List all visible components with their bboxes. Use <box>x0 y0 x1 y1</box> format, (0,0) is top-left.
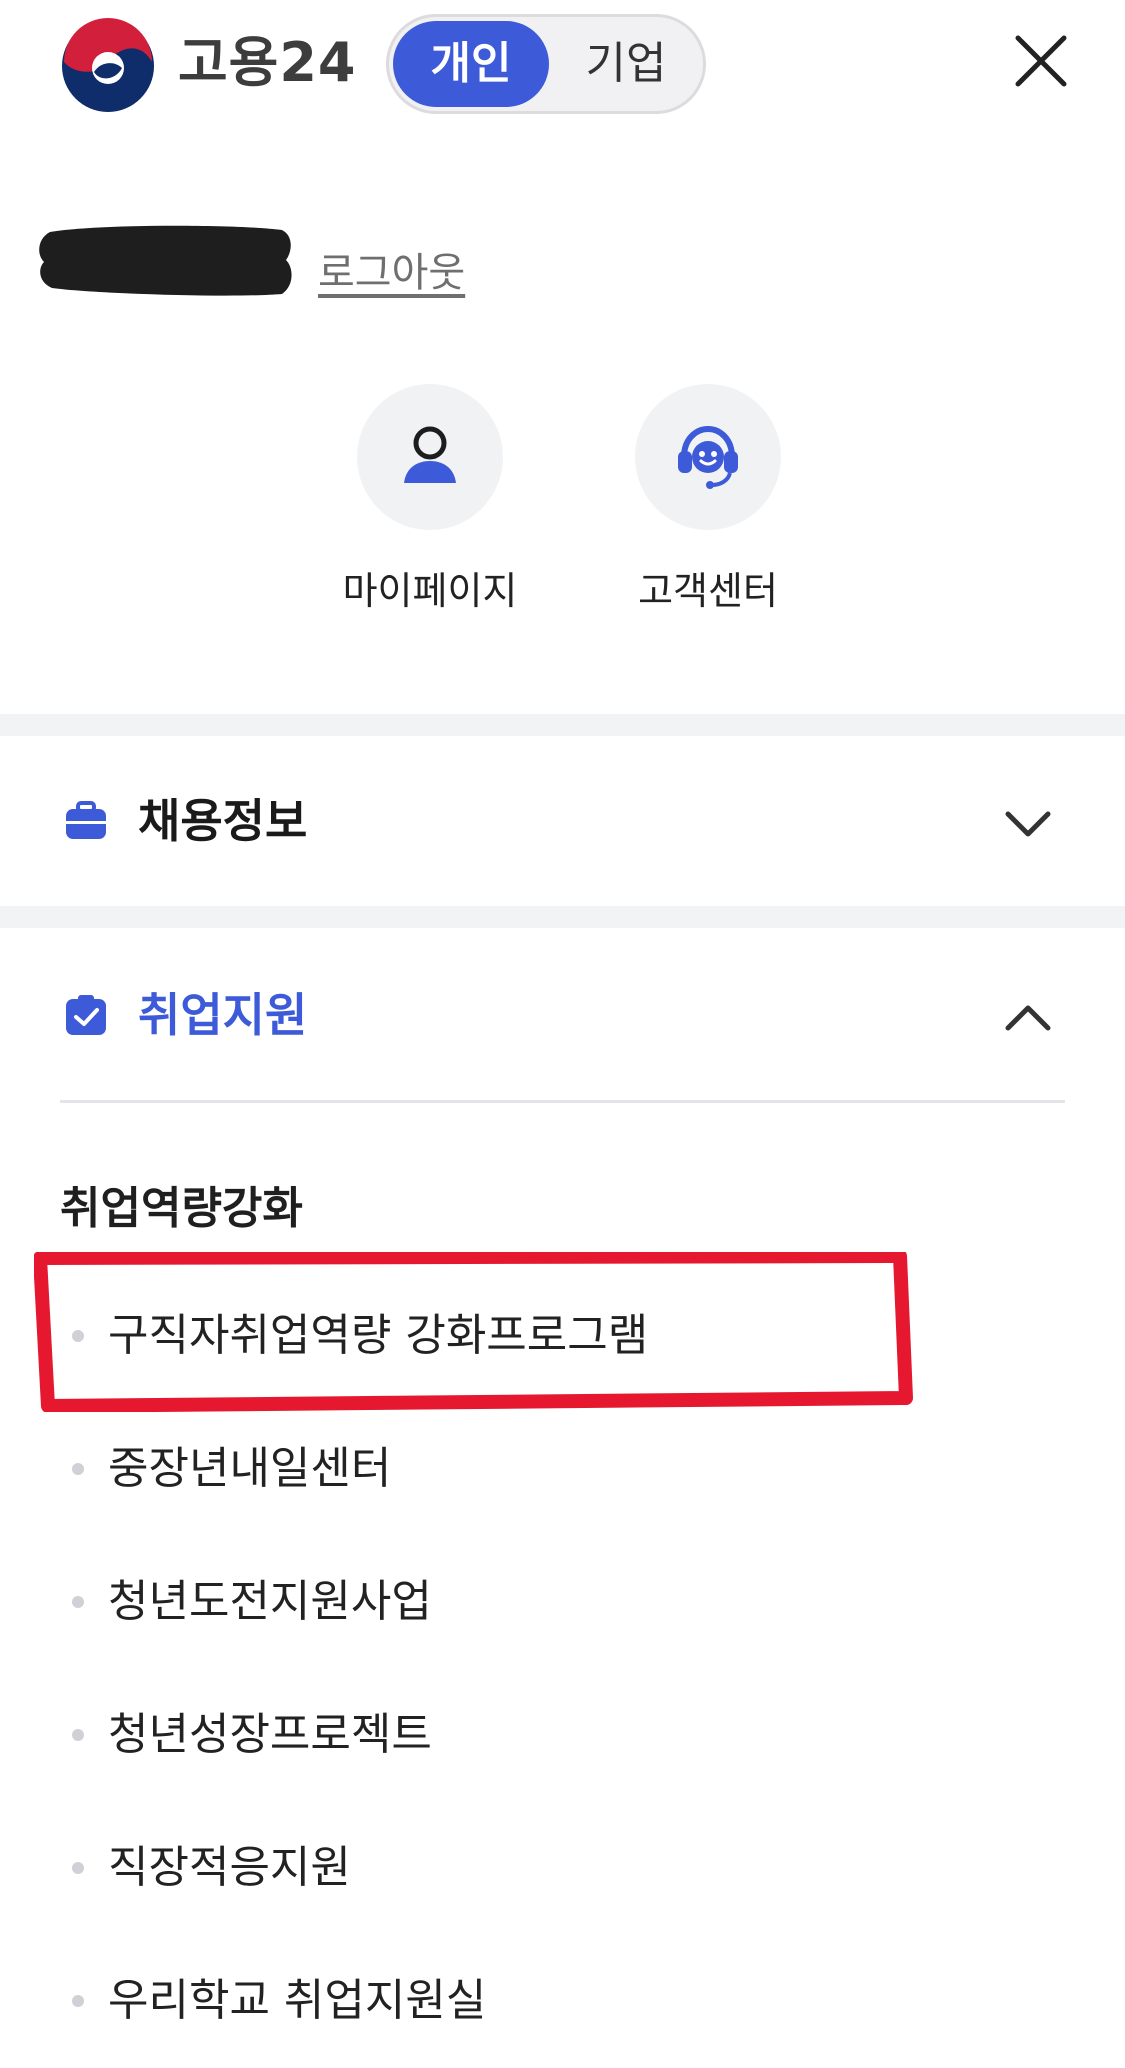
user-row: 로그아웃 <box>0 210 1125 310</box>
government-logo-icon <box>62 18 154 112</box>
close-icon[interactable] <box>1010 30 1072 92</box>
section-employment-support[interactable]: 취업지원 <box>0 930 1125 1100</box>
briefcase-icon <box>66 801 106 839</box>
customer-center-shortcut[interactable]: 고객센터 <box>598 384 818 644</box>
section-divider <box>0 714 1125 736</box>
bullet-dot <box>72 1729 84 1741</box>
submenu-item-label: 중장년내일센터 <box>108 1443 392 1494</box>
user-type-toggle[interactable]: 개인 기업 <box>386 14 706 114</box>
app-header: 고용24 개인 기업 <box>0 0 1125 130</box>
section-employment-support-title: 취업지원 <box>138 988 308 1042</box>
section-divider <box>0 906 1125 928</box>
submenu-divider <box>60 1100 1065 1103</box>
section-job-info[interactable]: 채용정보 <box>0 736 1125 906</box>
headset-icon <box>678 425 738 489</box>
submenu-item[interactable]: 우리학교 취업지원실 <box>0 1935 1125 2068</box>
bullet-dot <box>72 1463 84 1475</box>
toggle-personal[interactable]: 개인 <box>393 21 549 107</box>
customer-center-icon-circle <box>635 384 781 530</box>
submenu-item[interactable]: 청년성장프로젝트 <box>0 1669 1125 1802</box>
mypage-shortcut[interactable]: 마이페이지 <box>320 384 540 644</box>
chevron-up-icon[interactable] <box>1000 990 1056 1046</box>
customer-center-label: 고객센터 <box>638 569 778 613</box>
chevron-down-icon[interactable] <box>1000 796 1056 852</box>
submenu-item-label: 청년도전지원사업 <box>108 1576 432 1627</box>
submenu-group-title: 취업역량강화 <box>60 1183 303 1234</box>
submenu-item[interactable]: 직장적응지원 <box>0 1802 1125 1935</box>
mypage-label: 마이페이지 <box>342 569 518 613</box>
bullet-dot <box>72 1596 84 1608</box>
mypage-icon-circle <box>357 384 503 530</box>
highlight-annotation-box <box>34 1252 913 1412</box>
person-icon <box>404 426 456 483</box>
logout-link[interactable]: 로그아웃 <box>318 240 465 298</box>
submenu-item[interactable]: 중장년내일센터 <box>0 1403 1125 1536</box>
brand-name[interactable]: 고용24 <box>178 28 357 98</box>
redacted-username <box>39 225 292 296</box>
submenu-item-label: 우리학교 취업지원실 <box>108 1975 487 2026</box>
section-job-info-title: 채용정보 <box>138 794 308 848</box>
toggle-business[interactable]: 기업 <box>553 21 699 107</box>
bullet-dot <box>72 1862 84 1874</box>
bullet-dot <box>72 1995 84 2007</box>
submenu-item-label: 직장적응지원 <box>108 1842 351 1893</box>
submenu-item-label: 청년성장프로젝트 <box>108 1709 432 1760</box>
clipboard-check-icon <box>66 995 106 1035</box>
submenu-item[interactable]: 청년도전지원사업 <box>0 1536 1125 1669</box>
